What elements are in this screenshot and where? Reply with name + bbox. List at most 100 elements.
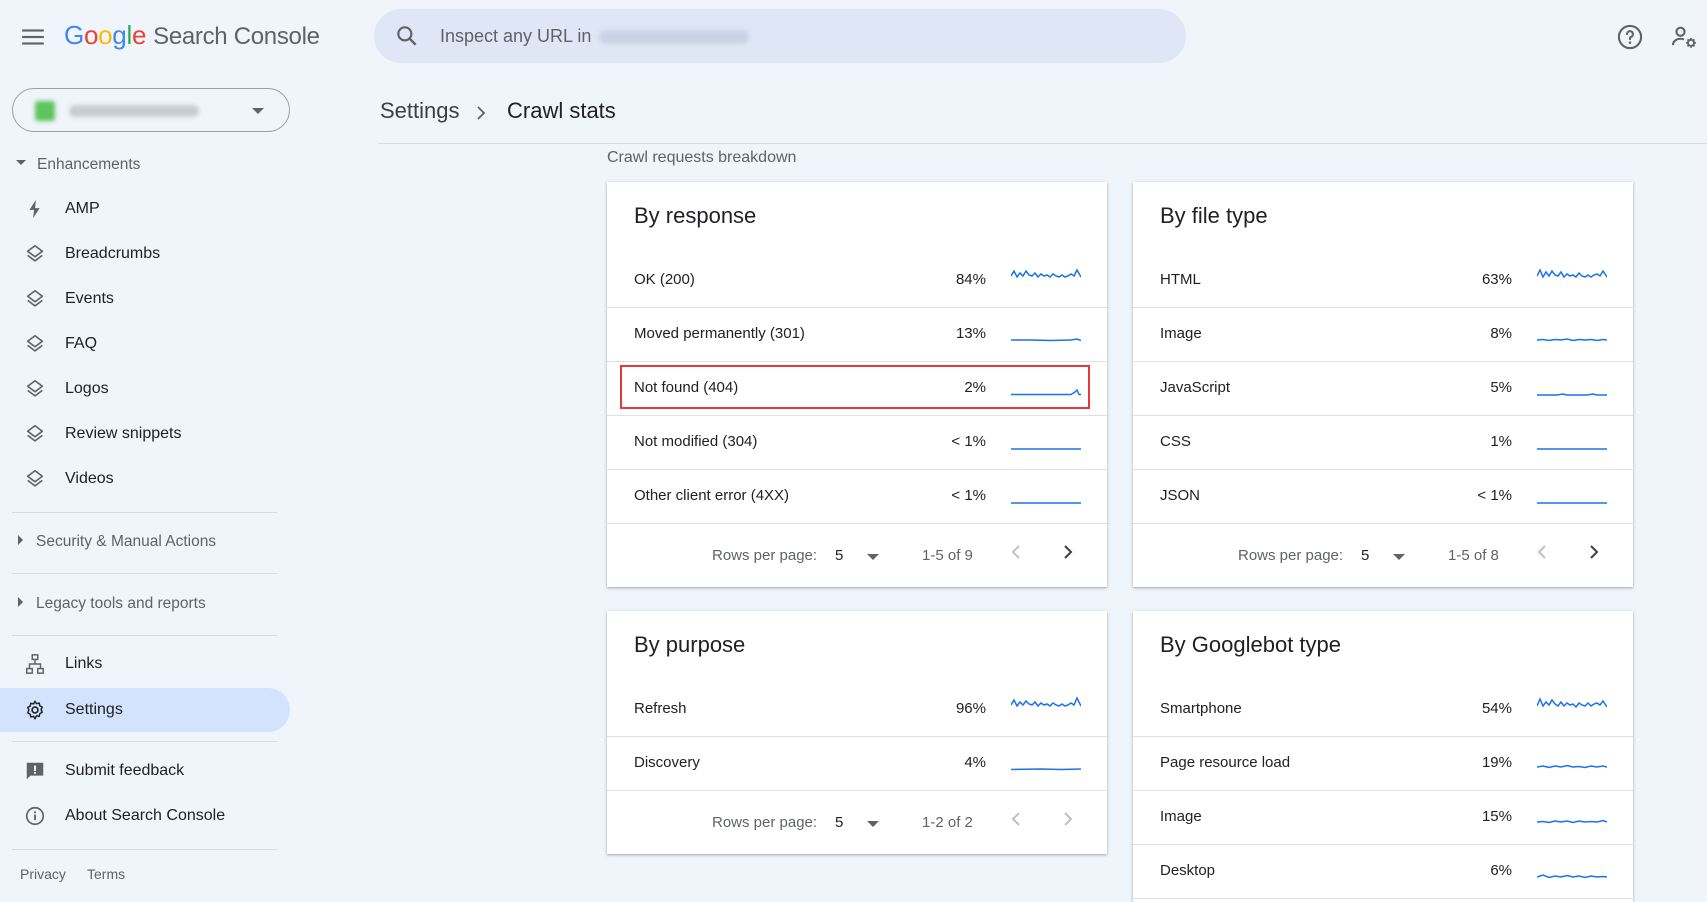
sidebar-item-label: Review snippets <box>65 425 182 442</box>
page-range: 1-5 of 9 <box>922 547 973 564</box>
table-row[interactable]: Page resource load 19% <box>1133 737 1633 791</box>
gear-icon <box>27 700 43 720</box>
table-row[interactable]: HTML 63% <box>1133 254 1633 308</box>
row-label: Image <box>1160 325 1202 342</box>
table-row[interactable]: Refresh 96% <box>607 683 1107 737</box>
privacy-link[interactable]: Privacy <box>20 866 66 882</box>
previous-page-icon[interactable] <box>1007 542 1027 562</box>
sparkline <box>1537 338 1607 342</box>
sparkline <box>1537 764 1607 769</box>
row-percent: 8% <box>1490 325 1512 342</box>
page-range: 1-5 of 8 <box>1448 547 1499 564</box>
table-row[interactable]: OK (200) 84% <box>607 254 1107 308</box>
page-range: 1-2 of 2 <box>922 814 973 831</box>
url-inspection-search[interactable]: Inspect any URL in <box>374 9 1186 63</box>
row-percent: 4% <box>964 754 986 771</box>
sidebar-item-review-snippets[interactable]: Review snippets <box>0 412 290 456</box>
table-row[interactable]: CSS 1% <box>1133 416 1633 470</box>
card-title: By response <box>634 203 757 228</box>
sidebar-item-amp[interactable]: AMP <box>0 187 290 231</box>
legacy-section-toggle[interactable]: Legacy tools and reports <box>16 595 206 613</box>
table-row[interactable]: Discovery 4% <box>607 737 1107 791</box>
sidebar-item-links[interactable]: Links <box>0 642 290 686</box>
table-row[interactable]: Desktop 6% <box>1133 845 1633 899</box>
sidebar-item-events[interactable]: Events <box>0 277 290 321</box>
sidebar-divider <box>12 512 277 513</box>
sparkline <box>1011 388 1081 396</box>
card-title: By Googlebot type <box>1160 632 1342 657</box>
previous-page-icon[interactable] <box>1533 542 1553 562</box>
table-row[interactable]: Not modified (304) < 1% <box>607 416 1107 470</box>
sparkline <box>1011 448 1081 450</box>
table-row[interactable]: Other client error (4XX) < 1% <box>607 470 1107 524</box>
collapse-triangle-icon <box>18 534 23 545</box>
rows-per-page-select[interactable]: 5 <box>835 814 843 831</box>
sparkline <box>1537 268 1607 279</box>
chevron-down-icon[interactable] <box>867 554 879 560</box>
row-label: OK (200) <box>634 271 695 288</box>
row-label: Refresh <box>634 700 687 717</box>
bolt-icon <box>29 199 40 219</box>
sparkline <box>1537 502 1607 504</box>
security-section-toggle[interactable]: Security & Manual Actions <box>16 533 216 551</box>
breadcrumb-settings-link[interactable]: Settings <box>380 98 460 123</box>
row-percent: 2% <box>964 379 986 396</box>
property-selector[interactable] <box>12 88 290 132</box>
sidebar-item-submit-feedback[interactable]: Submit feedback <box>0 749 290 793</box>
table-row[interactable]: Smartphone 54% <box>1133 683 1633 737</box>
table-row-highlighted[interactable]: Not found (404) 2% <box>607 362 1107 416</box>
sidebar-item-logos[interactable]: Logos <box>0 367 290 411</box>
layers-icon <box>26 469 44 487</box>
sparkline <box>1011 768 1081 771</box>
terms-link[interactable]: Terms <box>87 866 125 882</box>
table-row[interactable]: JSON < 1% <box>1133 470 1633 524</box>
sidebar-divider <box>12 573 277 574</box>
next-page-icon[interactable] <box>1057 809 1077 829</box>
table-row[interactable]: Moved permanently (301) 13% <box>607 308 1107 362</box>
sidebar-item-label: AMP <box>65 200 100 217</box>
next-page-icon[interactable] <box>1583 542 1603 562</box>
row-percent: 19% <box>1481 754 1512 771</box>
row-percent: < 1% <box>951 433 986 450</box>
chevron-down-icon[interactable] <box>1393 554 1405 560</box>
sparkline <box>1011 696 1081 708</box>
rows-per-page-select[interactable]: 5 <box>835 547 843 564</box>
sidebar-item-label: Submit feedback <box>65 762 185 779</box>
redacted-property-name <box>69 105 199 117</box>
sparkline <box>1011 268 1081 279</box>
table-row[interactable]: Image 15% <box>1133 791 1633 845</box>
row-percent: 63% <box>1481 271 1512 288</box>
sidebar-item-label: Links <box>65 655 103 672</box>
google-search-console-logo[interactable]: Google Search Console <box>64 20 320 51</box>
search-placeholder: Inspect any URL in <box>440 26 750 47</box>
sidebar-item-settings[interactable]: Settings <box>0 688 290 732</box>
sidebar-item-faq[interactable]: FAQ <box>0 322 290 366</box>
table-row[interactable]: JavaScript 5% <box>1133 362 1633 416</box>
product-name: Search Console <box>153 23 320 50</box>
chevron-down-icon[interactable] <box>867 821 879 827</box>
enhancements-section-toggle[interactable]: Enhancements <box>16 156 140 174</box>
redacted-property-url <box>599 30 750 45</box>
sidebar-item-videos[interactable]: Videos <box>0 457 290 501</box>
sidebar-item-label: Events <box>65 290 114 307</box>
next-page-icon[interactable] <box>1057 542 1077 562</box>
chevron-right-icon <box>477 106 486 120</box>
sidebar-item-about[interactable]: About Search Console <box>0 794 290 838</box>
help-icon[interactable] <box>1616 23 1644 51</box>
sparkline <box>1011 502 1081 504</box>
sidebar-item-label: FAQ <box>65 335 98 352</box>
feedback-icon <box>26 762 44 780</box>
row-label: Smartphone <box>1160 700 1242 717</box>
info-icon <box>25 806 45 826</box>
previous-page-icon[interactable] <box>1007 809 1027 829</box>
menu-icon[interactable] <box>20 24 46 50</box>
rows-per-page-select[interactable]: 5 <box>1361 547 1369 564</box>
search-icon <box>397 26 417 46</box>
layers-icon <box>26 334 44 352</box>
card-by-purpose: By purpose Refresh 96% Discovery 4% Rows… <box>607 611 1107 854</box>
sidebar-item-breadcrumbs[interactable]: Breadcrumbs <box>0 232 290 276</box>
top-bar: Google Search Console Inspect any URL in <box>0 0 1707 74</box>
table-row[interactable]: Image 8% <box>1133 308 1633 362</box>
row-percent: 1% <box>1490 433 1512 450</box>
account-settings-icon[interactable] <box>1670 23 1698 51</box>
